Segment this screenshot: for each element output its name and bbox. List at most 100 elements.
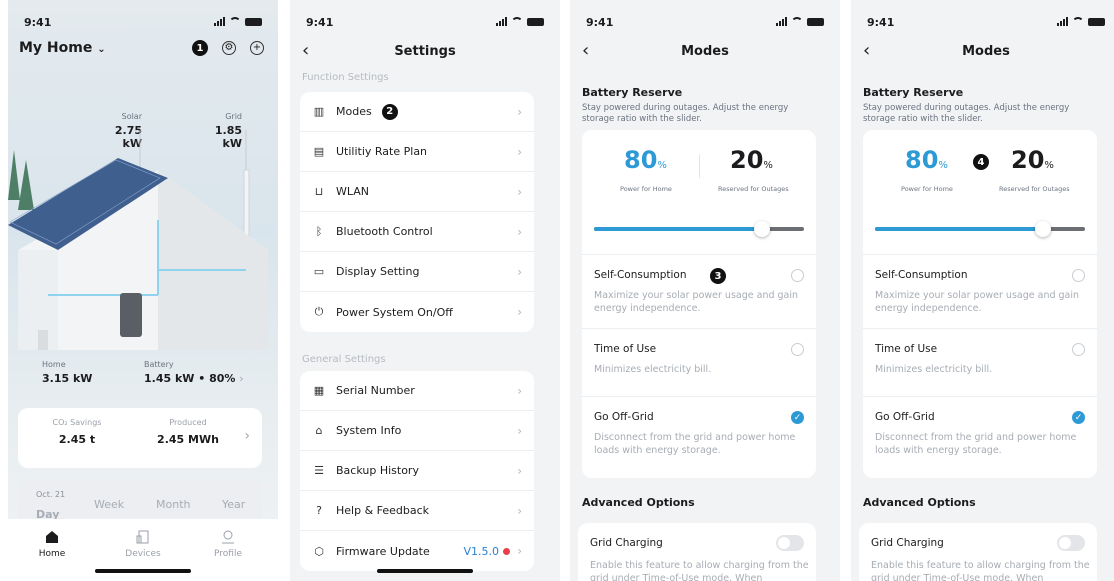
nav-devices[interactable]: Devices (113, 529, 173, 559)
add-icon[interactable]: + (250, 41, 264, 55)
chevron-right-icon: › (517, 305, 522, 319)
function-settings-list: ▥ Modes 2 › ▤ Utilitiy Rate Plan › ⊔ WLA… (300, 92, 534, 332)
settings-item-label: System Info (336, 424, 402, 437)
battery-unit-icon (120, 293, 142, 337)
wifi-icon (511, 17, 523, 26)
reserve-slider[interactable] (594, 221, 804, 237)
modes-card: 80% 20% Power for Home Reserved for Outa… (582, 130, 816, 478)
mode-option-self-consumption[interactable]: Self-Consumption Maximize your solar pow… (863, 254, 1097, 328)
tab-week[interactable]: Week (94, 498, 124, 511)
home-pct-label: Power for Home (620, 185, 672, 193)
home-selector[interactable]: My Home ⌄ (19, 40, 106, 56)
settings-screen: 9:41 ‹ Settings Function Settings ▥ Mode… (290, 0, 560, 581)
reserve-slider[interactable] (875, 221, 1085, 237)
nav-profile[interactable]: Profile (198, 529, 258, 559)
tab-month[interactable]: Month (156, 498, 190, 511)
mode-option-time-of-use[interactable]: Time of Use Minimizes electricity bill. (863, 328, 1097, 396)
status-icons (214, 17, 262, 26)
battery-status-icon (527, 17, 544, 26)
battery-reserve-desc: Stay powered during outages. Adjust the … (582, 103, 789, 124)
radio-off-grid-checked-icon[interactable]: ✓ (1072, 411, 1085, 424)
settings-item-system-info[interactable]: ⌂ System Info › (300, 411, 534, 451)
settings-item-help[interactable]: ? Help & Feedback › (300, 491, 534, 531)
slider-handle[interactable] (1035, 221, 1051, 237)
grid-charging-card: Grid Charging Enable this feature to all… (578, 523, 816, 581)
settings-item-power[interactable]: ⏻ Power System On/Off › (300, 292, 534, 332)
home-indicator (377, 569, 473, 573)
radio-time-of-use[interactable] (791, 343, 804, 356)
back-icon[interactable]: ‹ (863, 42, 870, 60)
reserve-pct-value: 20 (1011, 146, 1045, 174)
reserve-pct-label: Reserved for Outages (999, 185, 1070, 193)
status-bar: 9:41 (570, 0, 840, 40)
house-illustration (8, 130, 268, 350)
produced-value: 2.45 MWh (157, 433, 219, 446)
home-pct-unit: % (938, 160, 948, 171)
signal-icon (214, 17, 225, 26)
signal-icon (776, 17, 787, 26)
page-title: Modes (681, 44, 729, 59)
settings-item-label: Help & Feedback (336, 504, 430, 517)
general-settings-label: General Settings (302, 354, 386, 365)
radio-self-consumption[interactable] (1072, 269, 1085, 282)
radio-time-of-use[interactable] (1072, 343, 1085, 356)
status-icons (776, 17, 824, 26)
option-desc: Disconnect from the grid and power home … (594, 432, 796, 456)
battery-status-icon (245, 17, 262, 26)
settings-item-display[interactable]: ▭ Display Setting › (300, 252, 534, 292)
option-title: Self-Consumption (594, 269, 687, 281)
help-icon: ? (316, 504, 322, 517)
tab-day[interactable]: Day Oct. 21 (36, 490, 66, 521)
radio-off-grid-checked-icon[interactable]: ✓ (791, 411, 804, 424)
back-icon[interactable]: ‹ (302, 42, 309, 60)
tab-year[interactable]: Year (222, 498, 245, 511)
settings-item-modes[interactable]: ▥ Modes 2 › (300, 92, 534, 132)
mode-option-off-grid[interactable]: Go Off-Grid ✓ Disconnect from the grid a… (582, 396, 816, 476)
battery-value: 1.45 kW • 80% (144, 372, 236, 385)
home-pct-value: 80 (905, 146, 939, 174)
settings-item-rate-plan[interactable]: ▤ Utilitiy Rate Plan › (300, 132, 534, 172)
tab-day-date: Oct. 21 (36, 490, 66, 499)
battery-label: Battery (144, 360, 174, 369)
co2-savings: CO₂ Savings 2.45 t (42, 418, 112, 446)
grid-charging-toggle[interactable] (1057, 535, 1085, 551)
home-indicator (95, 569, 191, 573)
mode-option-time-of-use[interactable]: Time of Use Minimizes electricity bill. (582, 328, 816, 396)
produced-label: Produced (169, 418, 207, 427)
mode-option-off-grid[interactable]: Go Off-Grid ✓ Disconnect from the grid a… (863, 396, 1097, 476)
toggle-knob (778, 537, 790, 549)
nav-home[interactable]: Home (22, 529, 82, 559)
bottom-nav: Home Devices Profile (8, 519, 278, 581)
settings-item-backup-history[interactable]: ☰ Backup History › (300, 451, 534, 491)
page-title: Settings (394, 44, 456, 59)
home-pct-label: Power for Home (901, 185, 953, 193)
status-time: 9:41 (24, 16, 52, 29)
home-pct-unit: % (657, 160, 667, 171)
signal-icon (496, 17, 507, 26)
chevron-right-icon: › (517, 503, 522, 518)
produced: Produced 2.45 MWh (148, 418, 228, 446)
home-label: Home (42, 360, 66, 369)
settings-item-wlan[interactable]: ⊔ WLAN › (300, 172, 534, 212)
settings-item-serial[interactable]: ▦ Serial Number › (300, 371, 534, 411)
settings-gear-icon[interactable]: ⚙ (222, 41, 236, 55)
battery-metric[interactable]: Battery 1.45 kW • 80% › (144, 360, 244, 385)
settings-item-firmware[interactable]: ⬡ Firmware Update V1.5.0 › (300, 531, 534, 571)
home-metric: Home 3.15 kW (42, 360, 92, 385)
reserve-percentage: 20% (730, 146, 773, 174)
back-icon[interactable]: ‹ (582, 42, 589, 60)
mode-option-self-consumption[interactable]: Self-Consumption 3 Maximize your solar p… (582, 254, 816, 328)
chevron-right-icon: › (517, 224, 522, 239)
battery-status-icon (1088, 17, 1105, 26)
option-title: Go Off-Grid (594, 411, 654, 423)
slider-handle[interactable] (754, 221, 770, 237)
summary-card[interactable]: CO₂ Savings 2.45 t Produced 2.45 MWh › (18, 408, 262, 468)
calendar-icon: ▤ (313, 145, 325, 158)
modes-card: 80% 4 20% Power for Home Reserved for Ou… (863, 130, 1097, 478)
radio-self-consumption[interactable] (791, 269, 804, 282)
settings-item-bluetooth[interactable]: ᛒ Bluetooth Control › (300, 212, 534, 252)
grid-charging-desc: Enable this feature to allow charging fr… (871, 560, 1090, 581)
callout-badge-4: 4 (973, 154, 989, 170)
grid-charging-toggle[interactable] (776, 535, 804, 551)
grid-charging-title: Grid Charging (871, 537, 944, 549)
